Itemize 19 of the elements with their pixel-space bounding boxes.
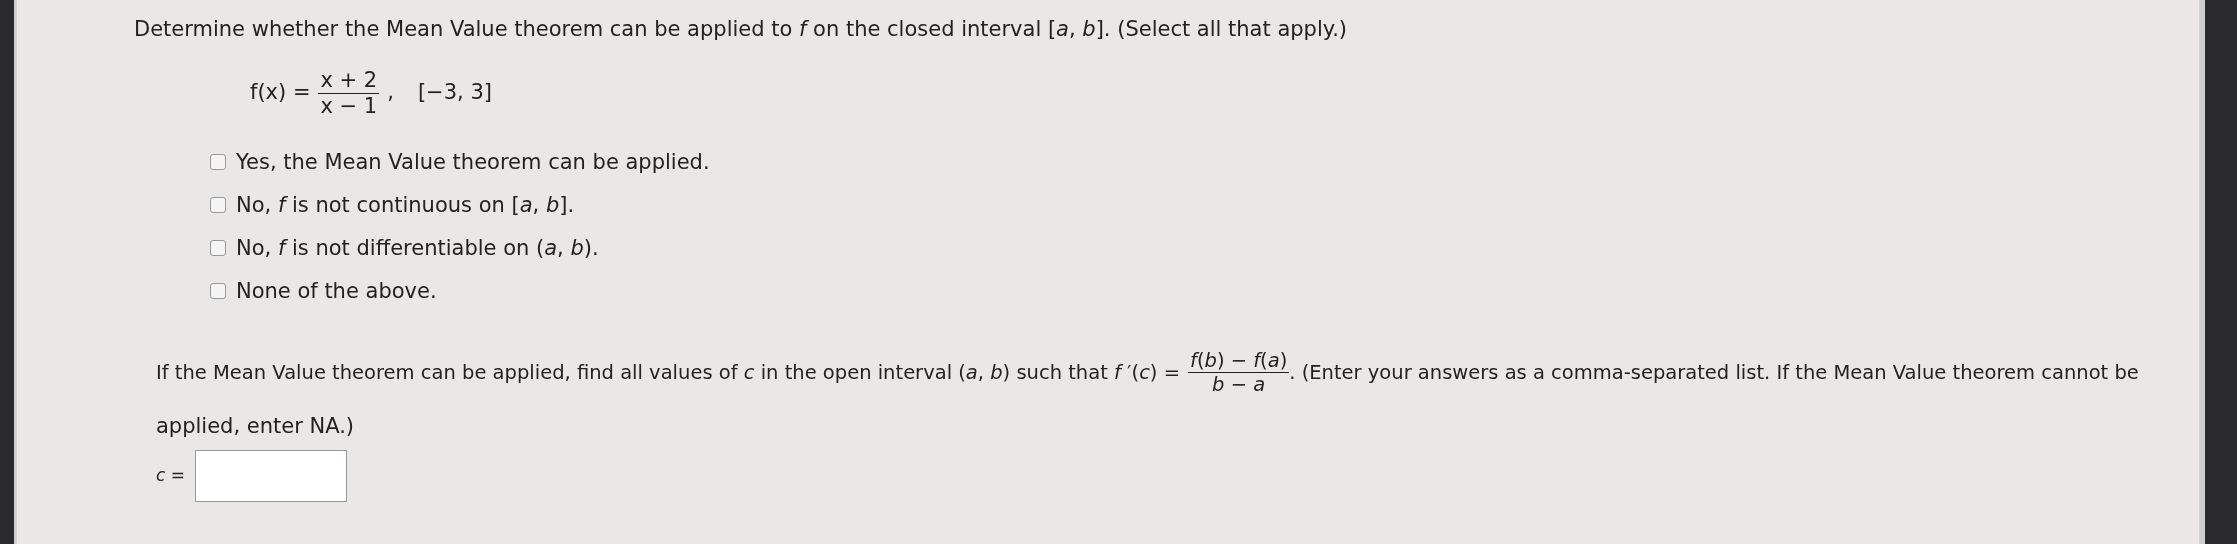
- option-label: No, f is not continuous on [a, b].: [236, 191, 575, 219]
- checkbox[interactable]: [210, 154, 226, 171]
- instruction-text: . (Enter your answers as a comma-separated list. If the Mean Value theorem cannot be: [1289, 360, 2139, 387]
- fraction: x + 2 x − 1: [318, 67, 380, 119]
- question-text: Determine whether the Mean Value theorem can be applied to f on the closed interval [a, b]. (Select all that apply.): [134, 16, 1349, 43]
- option-label: None of the above.: [236, 277, 437, 305]
- interval-text: [−3, 3]: [417, 79, 492, 107]
- function-label: f(x) =: [250, 79, 311, 107]
- checkbox[interactable]: [210, 197, 226, 214]
- answer-label: c =: [156, 464, 185, 488]
- fraction: f(b) − f(a) b − a: [1188, 348, 1290, 397]
- option-label: Yes, the Mean Value theorem can be applied.: [236, 148, 710, 176]
- instruction-text: If the Mean Value theorem can be applied, find all values of c in the open interval (a, b) such that f ′(c) =: [156, 360, 1180, 387]
- checkbox[interactable]: [210, 283, 226, 300]
- option-label: No, f is not differentiable on (a, b).: [236, 234, 599, 262]
- answer-field[interactable]: [195, 450, 347, 503]
- checkbox[interactable]: [210, 240, 226, 257]
- comma-text: ,: [387, 79, 394, 107]
- instruction-text: applied, enter NA.): [156, 413, 355, 438]
